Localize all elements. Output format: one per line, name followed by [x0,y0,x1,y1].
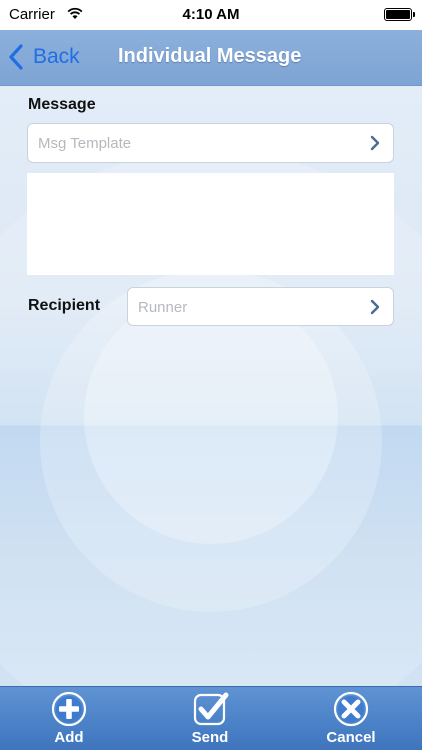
cancel-label: Cancel [326,729,376,746]
chevron-left-icon [9,44,23,70]
back-label: Back [33,45,80,68]
chevron-right-icon [370,299,380,315]
recipient-label: Recipient [28,297,101,314]
message-label: Message [28,96,96,113]
status-bar: Carrier 4:10 AM [0,0,422,30]
msg-template-select[interactable]: Msg Template [27,123,394,163]
recipient-placeholder: Runner [138,299,188,316]
message-text-area[interactable] [27,173,394,275]
recipient-select[interactable]: Runner [127,287,394,326]
add-button[interactable]: Add [19,687,119,750]
close-circle-icon [333,691,369,727]
navigation-bar: Back Individual Message [0,30,422,86]
check-icon [193,692,229,726]
bottom-toolbar: Add Send Cancel [0,686,422,750]
clock: 4:10 AM [182,6,240,23]
cancel-button[interactable]: Cancel [301,687,401,750]
battery-icon [384,8,415,21]
send-label: Send [191,729,229,746]
add-label: Add [54,729,84,746]
back-button[interactable]: Back [8,40,80,74]
plus-circle-icon [51,691,87,727]
chevron-right-icon [370,135,380,151]
page-title: Individual Message [118,45,302,67]
background-ring [84,290,338,544]
send-button[interactable]: Send [160,687,260,750]
msg-template-placeholder: Msg Template [38,135,132,152]
